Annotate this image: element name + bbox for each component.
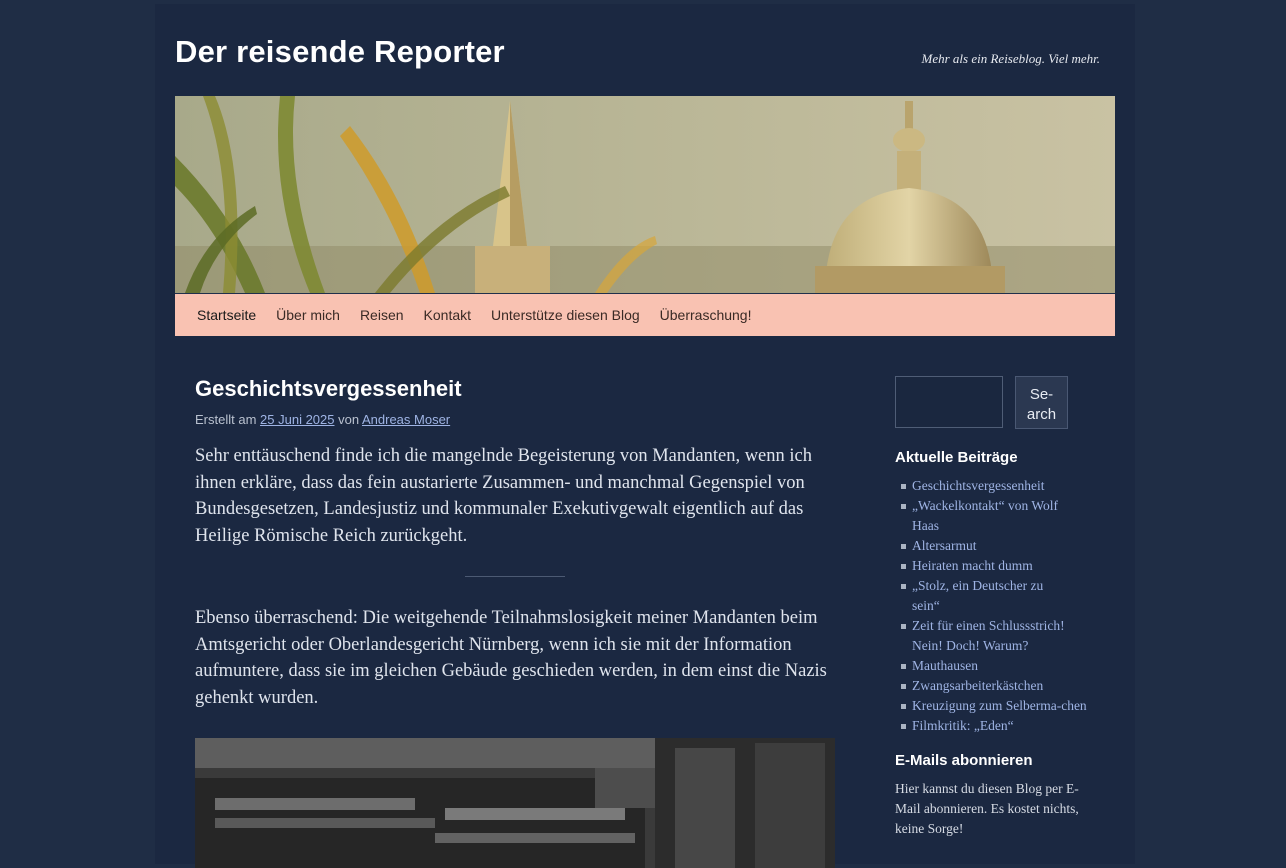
- list-item: Heiraten macht dumm: [895, 556, 1095, 576]
- bullet-icon: [901, 704, 906, 709]
- bullet-icon: [901, 664, 906, 669]
- bullet-icon: [901, 724, 906, 729]
- recent-post-link[interactable]: Altersarmut: [912, 538, 976, 553]
- header-image: [175, 96, 1115, 294]
- nav-item-ueber-mich[interactable]: Über mich: [266, 294, 350, 336]
- search-button-label: Se- arch: [1026, 386, 1057, 423]
- recent-post-link[interactable]: Geschichtsvergessenheit: [912, 478, 1044, 493]
- list-item: Filmkritik: „Eden“: [895, 716, 1095, 736]
- recent-post-link[interactable]: Kreuzigung zum Selberma-chen: [912, 698, 1087, 713]
- nav-item-startseite[interactable]: Startseite: [187, 294, 266, 336]
- search-button[interactable]: Se- arch: [1015, 376, 1068, 429]
- page-wrapper: Der reisende Reporter Mehr als ein Reise…: [155, 4, 1135, 868]
- site-title[interactable]: Der reisende Reporter: [175, 34, 505, 70]
- list-item: Mauthausen: [895, 656, 1095, 676]
- bullet-icon: [901, 504, 906, 509]
- recent-post-link[interactable]: Zwangsarbeiterkästchen: [912, 678, 1043, 693]
- nav-item-reisen[interactable]: Reisen: [350, 294, 414, 336]
- recent-post-link[interactable]: „Wackelkontakt“ von Wolf Haas: [912, 498, 1058, 533]
- bullet-icon: [901, 624, 906, 629]
- nav-item-ueberraschung[interactable]: Überraschung!: [650, 294, 762, 336]
- post-author-link[interactable]: Andreas Moser: [362, 412, 450, 427]
- list-item: Kreuzigung zum Selberma-chen: [895, 696, 1092, 716]
- main-content: Geschichtsvergessenheit Erstellt am 25 J…: [195, 376, 835, 868]
- post-paragraph: Ebenso überraschend: Die weitgehende Tei…: [195, 608, 827, 708]
- post-paragraph: Sehr enttäuschend finde ich die mangelnd…: [195, 446, 812, 546]
- recent-post-link[interactable]: Mauthausen: [912, 658, 978, 673]
- recent-post-link[interactable]: Heiraten macht dumm: [912, 558, 1033, 573]
- list-item: Altersarmut: [895, 536, 1095, 556]
- list-item: Geschichtsvergessenheit: [895, 476, 1095, 496]
- recent-post-link[interactable]: „Stolz, ein Deutscher zu sein“: [912, 578, 1043, 613]
- meta-prefix: Erstellt am: [195, 412, 257, 427]
- site-description: Mehr als ein Reiseblog. Viel mehr.: [921, 51, 1100, 66]
- email-subscribe-widget: E-Mails abonnieren Hier kannst du diesen…: [895, 752, 1095, 839]
- post-body: Sehr enttäuschend finde ich die mangelnd…: [195, 443, 835, 868]
- recent-posts-widget: Aktuelle Beiträge Geschichtsvergessenhei…: [895, 449, 1095, 736]
- search-input[interactable]: [895, 376, 1003, 428]
- sidebar: Se- arch Aktuelle Beiträge Geschichtsver…: [895, 376, 1095, 839]
- recent-post-link[interactable]: Filmkritik: „Eden“: [912, 718, 1014, 733]
- main-navigation: Startseite Über mich Reisen Kontakt Unte…: [175, 294, 1115, 336]
- courtroom-photo: [195, 738, 835, 868]
- list-item: „Wackelkontakt“ von Wolf Haas: [895, 496, 1062, 536]
- list-item: Zeit für einen Schlussstrich! Nein! Doch…: [895, 616, 1095, 656]
- meta-by: von: [338, 412, 360, 427]
- recent-post-link[interactable]: Zeit für einen Schlussstrich! Nein! Doch…: [912, 618, 1065, 653]
- list-item: „Stolz, ein Deutscher zu sein“: [895, 576, 1062, 616]
- subscribe-title: E-Mails abonnieren: [895, 752, 1033, 769]
- list-item: Zwangsarbeiterkästchen: [895, 676, 1095, 696]
- bullet-icon: [901, 564, 906, 569]
- recent-posts-title: Aktuelle Beiträge: [895, 449, 1018, 466]
- post-meta: Erstellt am 25 Juni 2025 von Andreas Mos…: [195, 412, 835, 427]
- bullet-icon: [901, 584, 906, 589]
- bullet-icon: [901, 484, 906, 489]
- search-form: Se- arch: [895, 376, 1095, 429]
- bullet-icon: [901, 684, 906, 689]
- post-title[interactable]: Geschichtsvergessenheit: [195, 376, 835, 402]
- nav-item-unterstuetze[interactable]: Unterstütze diesen Blog: [481, 294, 650, 336]
- divider: [465, 576, 565, 577]
- bullet-icon: [901, 544, 906, 549]
- post-date-link[interactable]: 25 Juni 2025: [260, 412, 334, 427]
- nav-item-kontakt[interactable]: Kontakt: [414, 294, 481, 336]
- subscribe-text: Hier kannst du diesen Blog per E-Mail ab…: [895, 781, 1079, 836]
